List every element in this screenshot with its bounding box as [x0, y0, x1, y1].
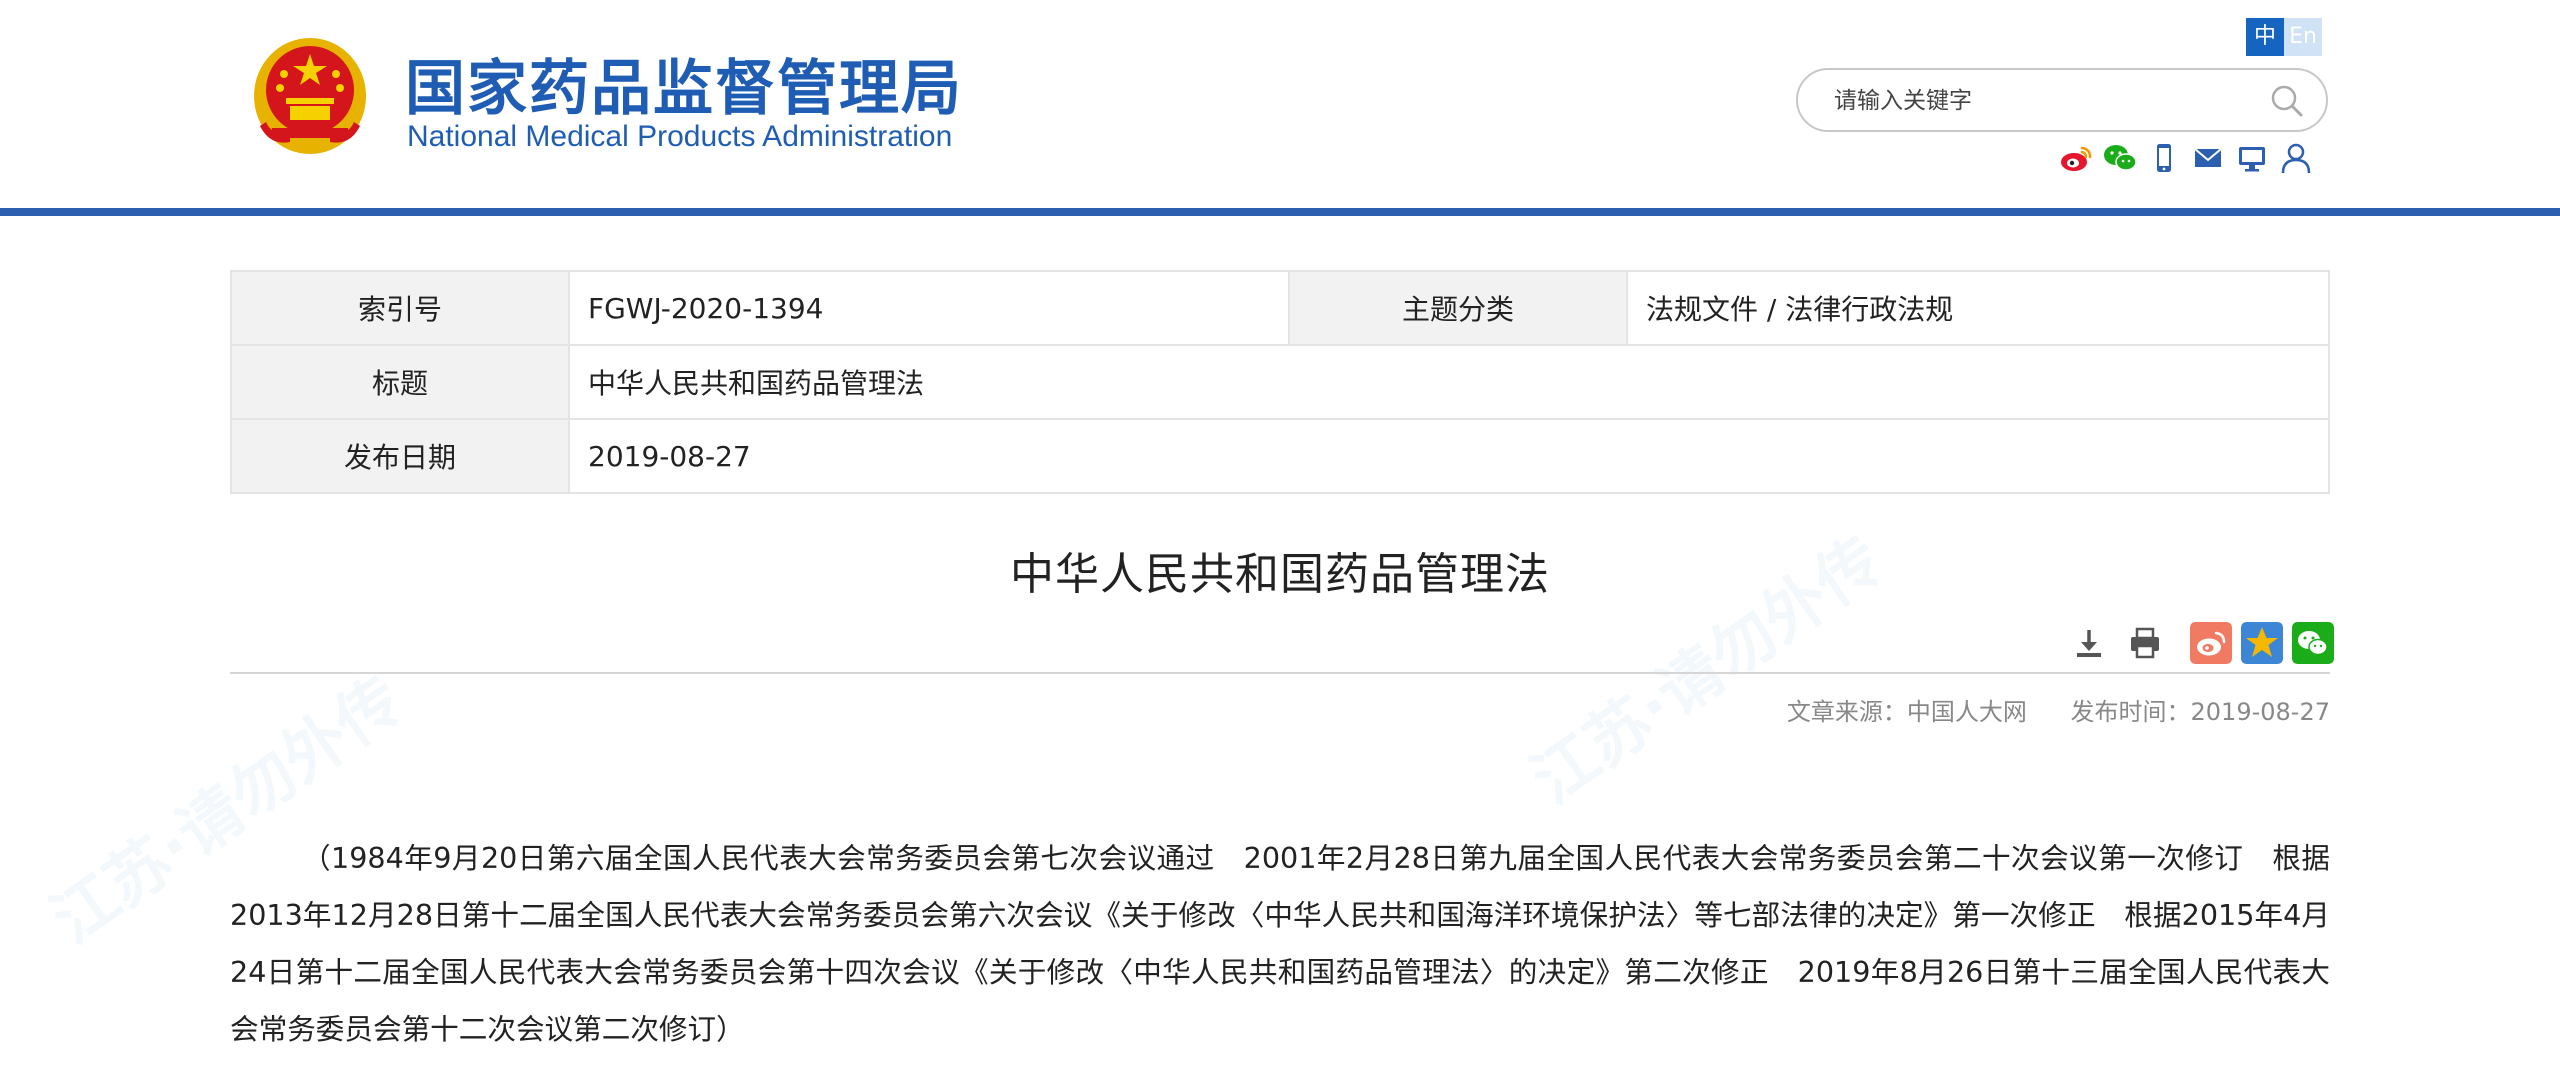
logo-english-name: National Medical Products Administration: [407, 120, 953, 153]
mobile-icon[interactable]: [2146, 140, 2182, 176]
article-title: 中华人民共和国药品管理法: [1010, 549, 1550, 600]
download-icon[interactable]: [2068, 622, 2110, 664]
site-logo[interactable]: 国家药品监督管理局 National Medical Products Admi…: [0, 0, 1000, 200]
table-row: 发布日期 2019-08-27: [230, 418, 2330, 494]
article-source: 文章来源：中国人大网: [1786, 698, 2027, 726]
index-number-value: FGWJ-2020-1394: [568, 270, 1290, 346]
index-number-label: 索引号: [230, 270, 570, 346]
wechat-share-icon[interactable]: [2292, 622, 2334, 664]
weibo-share-icon[interactable]: [2190, 622, 2232, 664]
header-divider: [0, 208, 2560, 216]
monitor-icon[interactable]: [2234, 140, 2270, 176]
lang-english-button[interactable]: En: [2284, 18, 2322, 56]
national-emblem-icon: [254, 38, 366, 154]
wechat-icon[interactable]: [2102, 140, 2138, 176]
social-links: [2058, 140, 2314, 180]
search-icon[interactable]: [2270, 84, 2304, 118]
article-publish-time: 发布时间：2019-08-27: [2070, 698, 2330, 726]
lang-chinese-button[interactable]: 中: [2246, 18, 2284, 56]
share-buttons: [2190, 622, 2334, 664]
article-tools: [2068, 622, 2166, 664]
category-value: 法规文件 / 法律行政法规: [1626, 270, 2330, 346]
search-box: [1796, 68, 2328, 132]
publish-date-value: 2019-08-27: [568, 418, 2330, 494]
search-input[interactable]: [1832, 80, 2256, 122]
mail-icon[interactable]: [2190, 140, 2226, 176]
table-row: 索引号 FGWJ-2020-1394 主题分类 法规文件 / 法律行政法规: [230, 270, 2330, 346]
article-source-info: 文章来源：中国人大网 发布时间：2019-08-27: [1787, 692, 2330, 727]
user-icon[interactable]: [2278, 140, 2314, 176]
title-value: 中华人民共和国药品管理法: [568, 344, 2330, 420]
category-label: 主题分类: [1288, 270, 1628, 346]
language-switch: 中 En: [2246, 18, 2322, 56]
page: 江苏·请勿外传 江苏·请勿外传 国家药品监督管理局 National Medic…: [0, 0, 2560, 1078]
title-label: 标题: [230, 344, 570, 420]
article-divider: [230, 672, 2330, 674]
publish-date-label: 发布日期: [230, 418, 570, 494]
logo-chinese-name: 国家药品监督管理局: [405, 54, 963, 124]
site-header: 国家药品监督管理局 National Medical Products Admi…: [0, 0, 2560, 208]
article-preamble: （1984年9月20日第六届全国人民代表大会常务委员会第七次会议通过 2001年…: [230, 841, 2330, 1046]
print-icon[interactable]: [2124, 622, 2166, 664]
table-row: 标题 中华人民共和国药品管理法: [230, 344, 2330, 420]
qzone-share-icon[interactable]: [2241, 622, 2283, 664]
weibo-icon[interactable]: [2058, 140, 2094, 176]
document-meta-table: 索引号 FGWJ-2020-1394 主题分类 法规文件 / 法律行政法规 标题…: [230, 270, 2330, 494]
